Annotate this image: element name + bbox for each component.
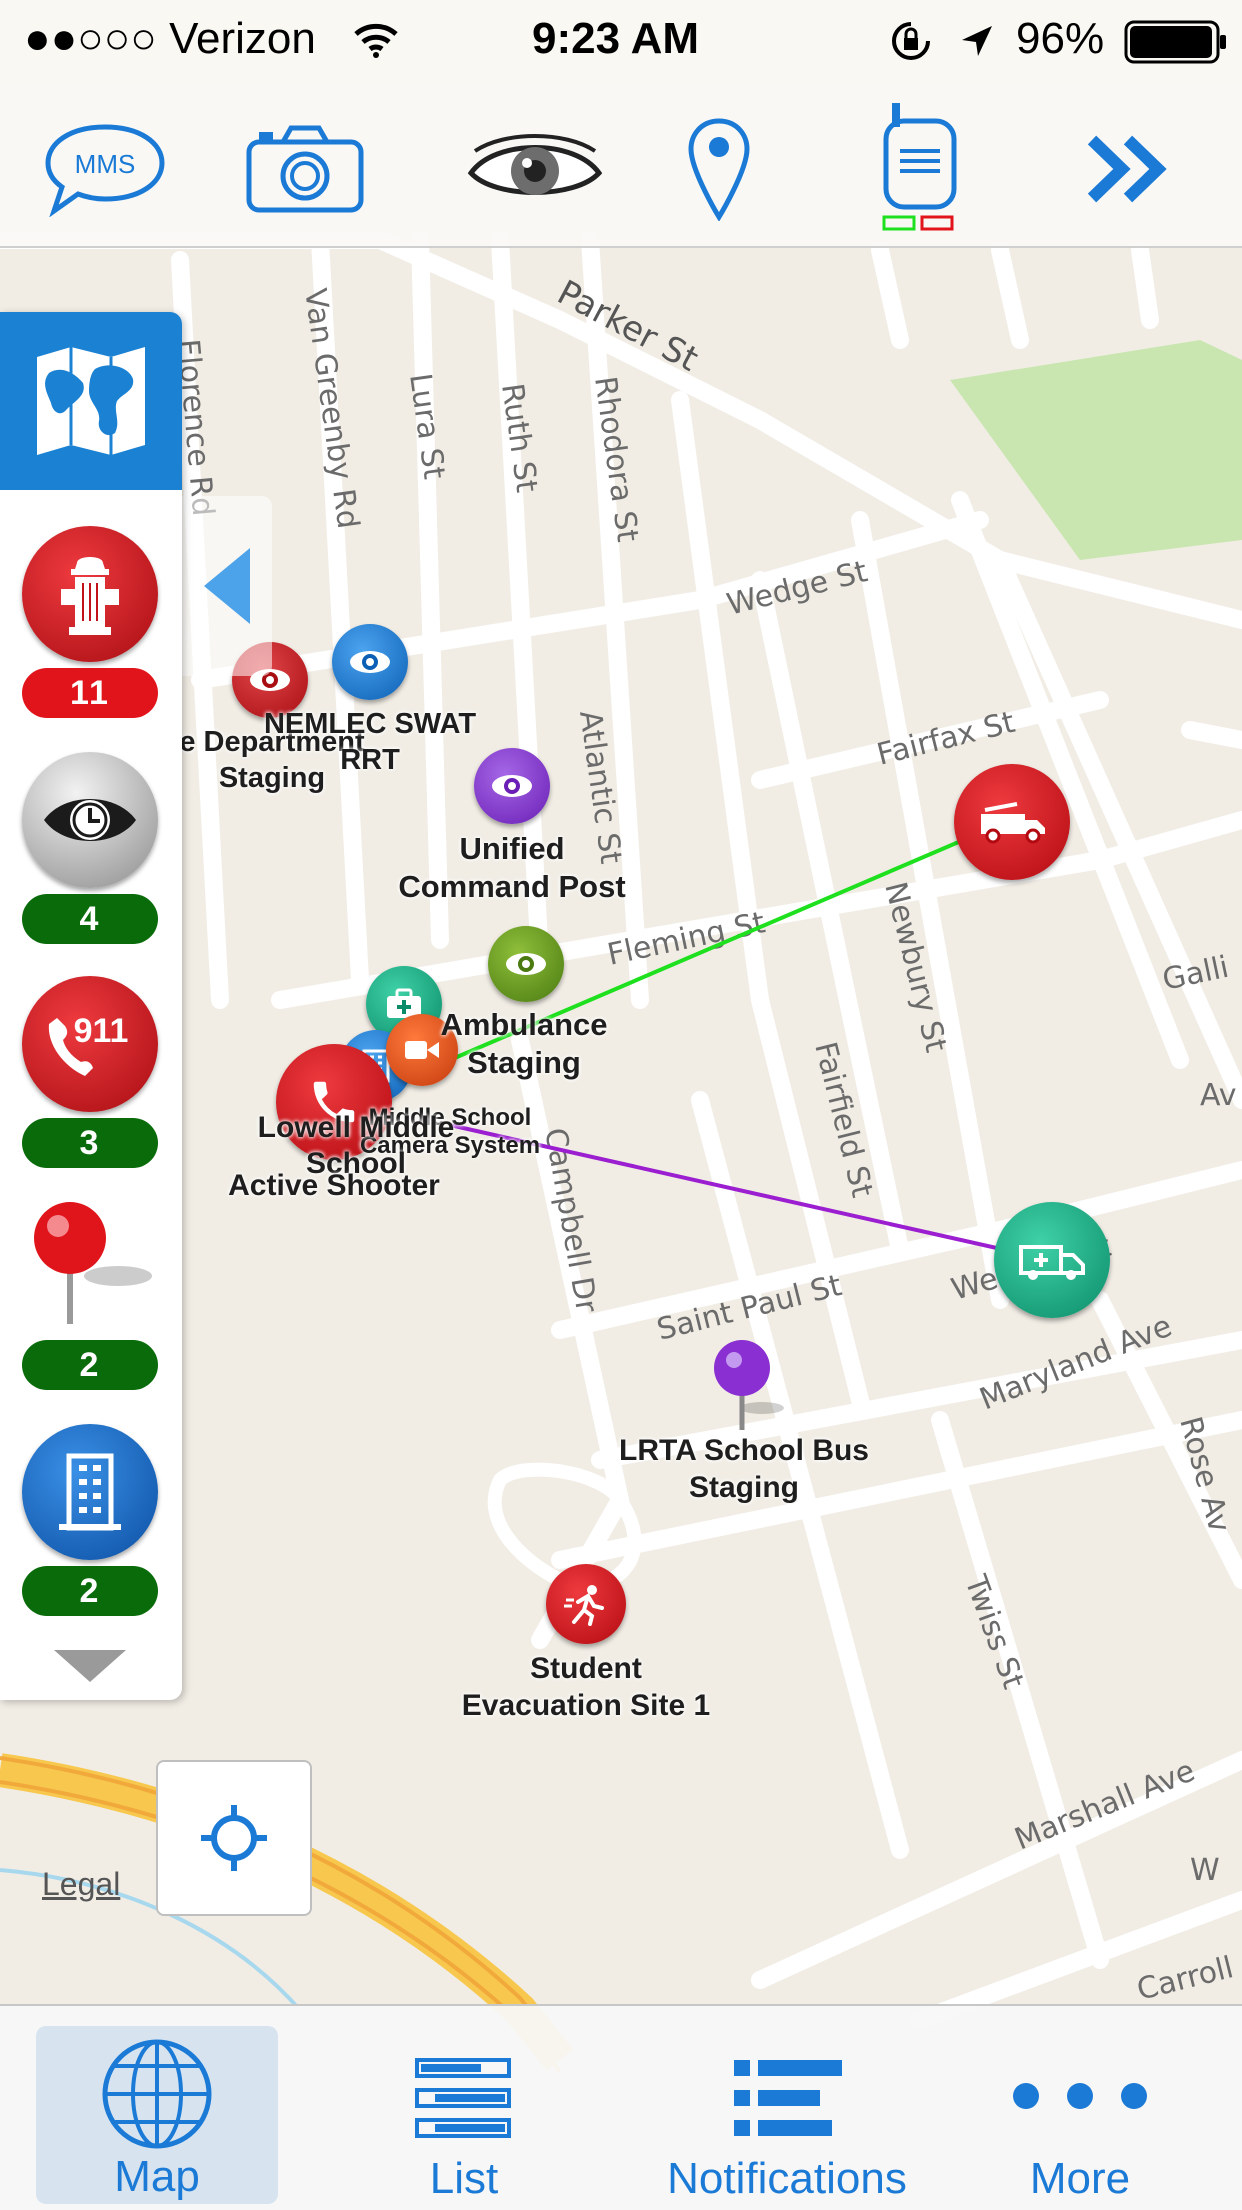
world-map-icon [37,347,145,455]
crosshair-icon [201,1805,267,1871]
svg-text:911: 911 [74,1012,129,1050]
more-icon [1013,2083,1147,2109]
status-bar: ●●○○○ Verizon 9:23 AM 96% [0,0,1242,84]
layer-sidebar: 11 4 911 3 2 2 [0,312,182,1700]
bus-staging-label: LRTA School Bus Staging [619,1434,869,1504]
triangle-left-icon [204,548,250,624]
mms-bubble-icon: MMS [45,124,165,217]
pins-count-badge: 2 [22,1340,158,1390]
ambulance-staging-label: Ambulance Staging [440,1007,608,1080]
globe-icon [102,2039,212,2149]
eye-icon [467,134,603,195]
tab-map[interactable]: Map [36,2026,278,2204]
tab-list[interactable]: List [384,2026,544,2206]
tab-list-label: List [429,2154,499,2203]
swat-label: NEMLEC SWAT RRT [263,708,477,776]
svg-text:Av: Av [1200,1078,1237,1113]
camera-icon [246,125,364,213]
top-toolbar: MMS [0,84,1242,248]
location-arrow-icon [962,26,992,56]
ambulance-pin[interactable] [994,1202,1110,1318]
tab-notifications-label: Notifications [667,2154,907,2203]
buildings-count-badge: 2 [22,1566,158,1616]
mms-button[interactable]: MMS [40,104,170,234]
list-icon [415,2058,511,2138]
map-layers-button[interactable] [0,312,182,490]
tab-map-label: Map [114,2152,200,2201]
locate-me-button[interactable] [156,1760,312,1916]
911-count-badge: 3 [22,1118,158,1168]
fire-hydrant-count-badge: 11 [22,668,158,718]
fire-hydrant-icon [61,557,119,635]
running-person-icon [564,1585,604,1626]
chevron-down-icon[interactable] [52,1648,128,1684]
battery-percent: 96% [1016,14,1105,63]
tab-notifications[interactable]: Notifications [660,2026,914,2206]
sidebar-item-pins[interactable]: 2 [22,1198,158,1390]
tab-bar: Map List Notifications More [0,2004,1242,2210]
evacuation-pin[interactable] [546,1564,626,1644]
sidebar-collapse-tab[interactable] [182,496,272,676]
eye-clock-icon [350,651,390,673]
more-tools-button[interactable] [1064,104,1194,234]
battery-icon [1124,20,1226,64]
building-icon [59,1453,121,1531]
command-post-label: Unified Command Post [398,831,626,904]
eye-clock-icon [492,775,532,797]
swat-pin[interactable] [332,624,408,700]
notifications-icon [734,2060,842,2136]
carrier-text: ●●○○○ Verizon [24,14,316,63]
video-camera-icon [405,1041,439,1059]
eye-clock-icon [506,953,546,975]
sidebar-item-watch[interactable]: 4 [22,752,158,944]
svg-text:MMS: MMS [75,149,136,179]
svg-text:W: W [1190,1853,1220,1888]
eye-clock-icon [44,799,136,841]
sidebar-item-buildings[interactable]: 2 [22,1424,158,1616]
wifi-icon [354,23,398,58]
radio-icon [882,103,957,231]
clock-text: 9:23 AM [532,14,700,63]
purple-pin-icon [714,1340,784,1430]
tab-more[interactable]: More [990,2026,1170,2206]
orientation-lock-icon [892,22,930,60]
location-pin-button[interactable] [654,104,784,234]
ambulance-staging-pin[interactable] [488,926,564,1002]
camera-button[interactable] [240,104,370,234]
bus-staging-pin[interactable] [710,1338,790,1434]
sidebar-item-911[interactable]: 911 3 [22,976,158,1168]
active-shooter-label: Active Shooter [228,1169,440,1202]
command-post-pin[interactable] [474,748,550,824]
fire-truck-pin[interactable] [954,764,1070,880]
watch-button[interactable] [460,104,610,234]
legal-link[interactable]: Legal [42,1866,120,1903]
radio-button[interactable] [856,103,986,234]
location-pin-icon [688,118,750,221]
tab-more-label: More [1029,2154,1131,2203]
double-chevron-right-icon [1087,135,1167,203]
evacuation-label: Student Evacuation Site 1 [461,1652,711,1722]
red-pin-icon [34,1202,152,1324]
fire-truck-icon [981,802,1045,844]
ambulance-icon [1019,1245,1085,1280]
sidebar-item-fire-hydrant[interactable]: 11 [22,526,158,718]
watch-count-badge: 4 [22,894,158,944]
phone-911-icon: 911 [48,1012,129,1076]
